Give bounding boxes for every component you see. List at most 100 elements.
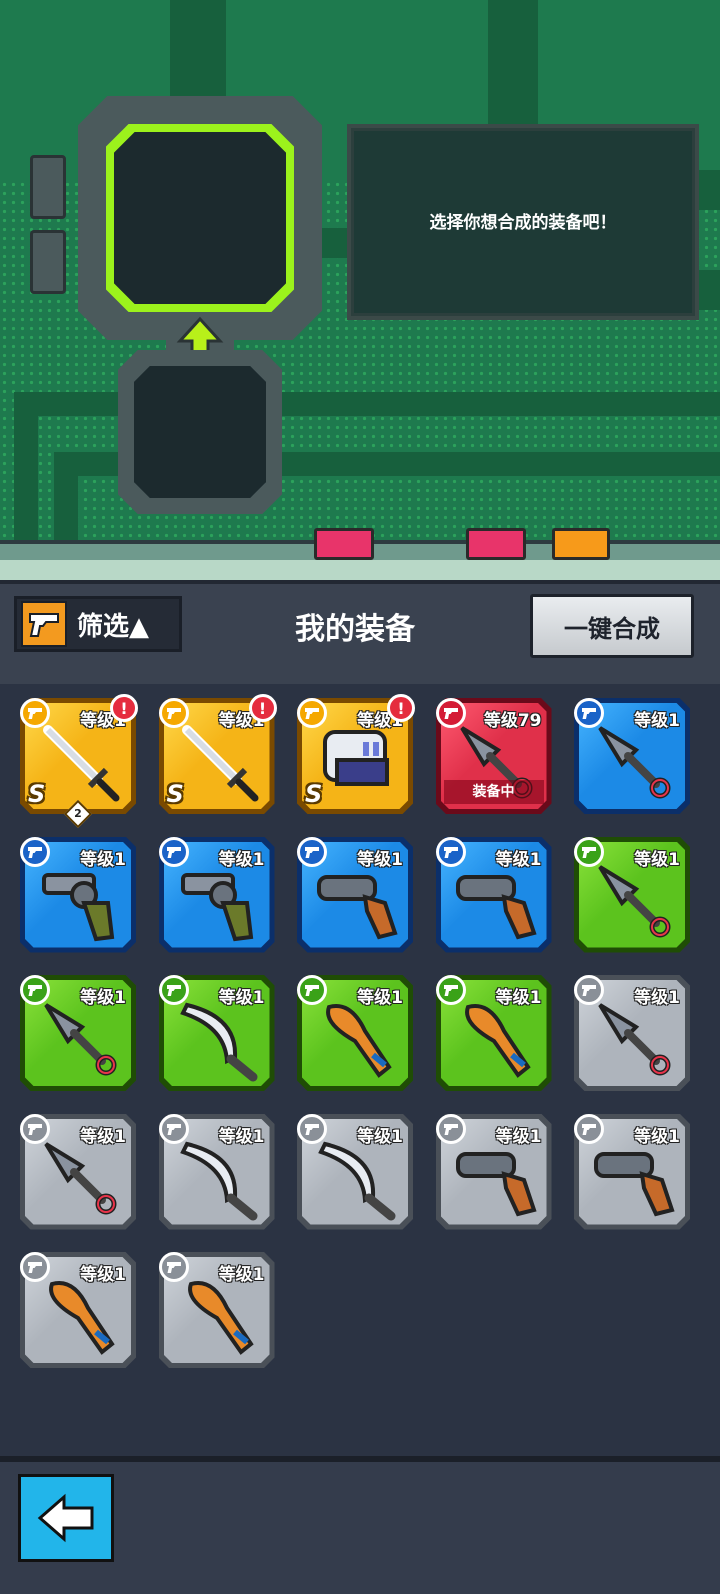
equipment-card[interactable]: 等级1 bbox=[158, 836, 275, 953]
equipment-card[interactable]: 等级1 bbox=[158, 1252, 275, 1368]
gun-type-icon bbox=[297, 836, 327, 867]
gun-type-icon bbox=[20, 975, 50, 1005]
gun-type-icon bbox=[20, 1113, 50, 1144]
bat-icon bbox=[49, 1281, 115, 1355]
level-label: 等级1 bbox=[634, 1126, 680, 1147]
level-label: 等级1 bbox=[357, 849, 403, 870]
level-label: 等级1 bbox=[357, 988, 403, 1008]
star-count-label: 2 bbox=[74, 807, 82, 820]
gun-type-icon bbox=[574, 1113, 604, 1144]
equipment-card[interactable]: 等级1 S! bbox=[158, 694, 277, 814]
orange-button bbox=[552, 528, 610, 560]
filter-button[interactable]: 筛选▲ bbox=[14, 596, 182, 652]
gun-type-icon bbox=[574, 975, 604, 1005]
equipment-card[interactable]: 等级1 bbox=[158, 1113, 275, 1230]
equipment-card[interactable]: 等级1 bbox=[20, 1113, 136, 1230]
gun-type-icon bbox=[158, 975, 189, 1005]
kunai-icon bbox=[44, 1003, 117, 1076]
gun-type-icon bbox=[158, 1252, 189, 1282]
gun-type-icon bbox=[158, 1113, 189, 1144]
gun-type-icon bbox=[297, 698, 327, 728]
equipment-card[interactable]: 等级79 装备中 bbox=[435, 698, 552, 814]
page-title: 我的装备 bbox=[295, 612, 415, 647]
shotgun-icon bbox=[455, 874, 537, 939]
gun-type-icon bbox=[435, 975, 466, 1005]
level-label: 等级1 bbox=[218, 1265, 265, 1285]
equipment-card[interactable]: 等级1 bbox=[158, 975, 275, 1091]
equipment-card[interactable]: 等级1 bbox=[574, 1113, 690, 1230]
revolver-icon bbox=[42, 872, 115, 941]
side-knob bbox=[30, 230, 66, 294]
gauntlet-icon bbox=[323, 730, 389, 786]
level-label: 等级1 bbox=[634, 988, 680, 1008]
equipment-card[interactable]: 等级1 bbox=[574, 698, 690, 814]
level-label: 等级1 bbox=[634, 711, 680, 731]
level-label: 等级1 bbox=[634, 849, 680, 870]
alert-icon: ! bbox=[248, 694, 277, 722]
main-slot[interactable] bbox=[114, 132, 286, 304]
kunai-icon bbox=[44, 1141, 117, 1214]
one-click-merge-button[interactable]: 一键合成 bbox=[530, 594, 694, 658]
pink-button bbox=[466, 528, 526, 560]
pipe bbox=[170, 0, 226, 110]
gun-type-icon bbox=[20, 1252, 50, 1282]
shotgun-icon bbox=[317, 874, 398, 939]
equipment-card[interactable]: 等级1 bbox=[20, 975, 136, 1091]
level-label: 等级1 bbox=[80, 1126, 126, 1147]
equipment-card[interactable]: 等级1 bbox=[297, 975, 413, 1091]
gun-icon bbox=[21, 601, 67, 647]
level-label: 等级1 bbox=[495, 988, 542, 1008]
level-label: 等级1 bbox=[218, 849, 265, 870]
equipment-card[interactable]: 等级1 bbox=[435, 1113, 552, 1230]
synthesis-machine: 选择你想合成的装备吧！ bbox=[0, 0, 720, 580]
equipment-card[interactable]: 等级1 bbox=[435, 836, 552, 953]
revolver-icon bbox=[180, 872, 253, 941]
equipment-card[interactable]: 等级1 bbox=[20, 836, 136, 953]
kunai-icon bbox=[598, 1003, 671, 1076]
gun-type-icon bbox=[435, 1113, 466, 1144]
alert-icon: ! bbox=[110, 694, 138, 722]
equipment-card[interactable]: 等级1 bbox=[297, 836, 413, 953]
gun-type-icon bbox=[20, 698, 50, 728]
message-text: 选择你想合成的装备吧！ bbox=[429, 213, 617, 233]
equipment-card[interactable]: 等级1 S! 2 bbox=[20, 694, 138, 829]
level-label: 等级1 bbox=[357, 1126, 403, 1147]
gun-type-icon bbox=[435, 836, 466, 867]
level-label: 等级1 bbox=[495, 849, 542, 870]
side-knob bbox=[30, 155, 66, 219]
pipe bbox=[488, 0, 538, 128]
equipment-card[interactable]: 等级1 bbox=[574, 836, 690, 953]
material-slot[interactable] bbox=[134, 366, 266, 498]
gun-type-icon bbox=[574, 836, 604, 867]
gun-type-icon bbox=[20, 836, 50, 867]
grade-label: S bbox=[305, 780, 323, 808]
machete-icon bbox=[179, 1002, 257, 1082]
equipment-card[interactable]: 等级1 S! bbox=[297, 694, 415, 814]
equipment-card[interactable]: 等级1 bbox=[435, 975, 552, 1091]
level-label: 等级1 bbox=[218, 1126, 265, 1147]
bat-icon bbox=[326, 1004, 392, 1078]
gun-type-icon bbox=[158, 698, 189, 728]
level-label: 等级79 bbox=[483, 711, 542, 731]
level-label: 等级1 bbox=[218, 988, 265, 1008]
machete-icon bbox=[179, 1141, 257, 1220]
kunai-icon bbox=[598, 864, 671, 937]
pink-button bbox=[314, 528, 374, 560]
sword-icon bbox=[181, 725, 258, 802]
gun-type-icon bbox=[574, 698, 604, 728]
grade-label: S bbox=[28, 780, 46, 808]
gun-type-icon bbox=[297, 975, 327, 1005]
shotgun-icon bbox=[455, 1151, 537, 1216]
equipped-label: 装备中 bbox=[443, 780, 544, 804]
back-button[interactable] bbox=[18, 1474, 114, 1562]
equipment-card[interactable]: 等级1 bbox=[297, 1113, 413, 1230]
equipment-card[interactable]: 等级1 bbox=[574, 975, 690, 1091]
message-screen: 选择你想合成的装备吧！ bbox=[347, 124, 699, 320]
machete-icon bbox=[318, 1141, 396, 1220]
level-label: 等级1 bbox=[495, 1126, 542, 1147]
sword-icon bbox=[43, 725, 120, 802]
equipment-card[interactable]: 等级1 bbox=[20, 1252, 136, 1368]
back-arrow-icon bbox=[37, 1493, 94, 1543]
level-label: 等级1 bbox=[80, 849, 126, 870]
gun-type-icon bbox=[158, 836, 189, 867]
